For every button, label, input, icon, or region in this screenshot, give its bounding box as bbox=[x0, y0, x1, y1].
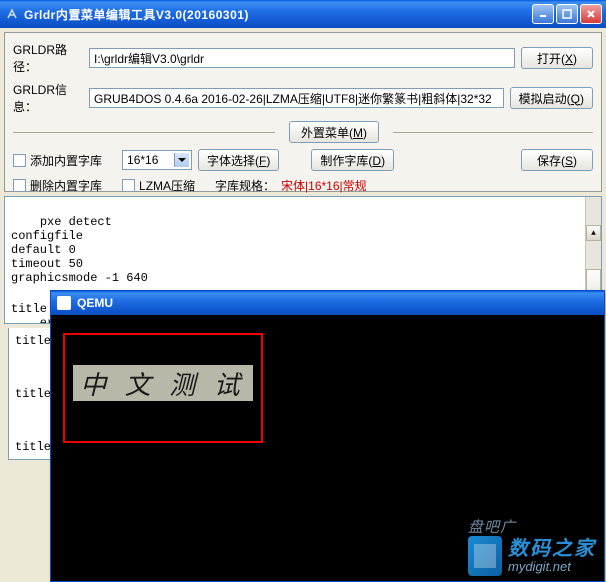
simulate-boot-button[interactable]: 模拟启动(Q) bbox=[510, 87, 593, 109]
font-size-combo[interactable]: 16*16 bbox=[122, 150, 192, 170]
external-menu-button[interactable]: 外置菜单(M) bbox=[289, 121, 379, 143]
font-row-1: 添加内置字库 16*16 字体选择(F) 制作字库(D) 保存(S) bbox=[13, 149, 593, 171]
qemu-titlebar[interactable]: QEMU bbox=[51, 291, 604, 315]
minimize-button[interactable] bbox=[532, 4, 554, 24]
close-button[interactable] bbox=[580, 4, 602, 24]
app-icon bbox=[4, 6, 20, 22]
font-select-button[interactable]: 字体选择(F) bbox=[198, 149, 279, 171]
maximize-button[interactable] bbox=[556, 4, 578, 24]
rendered-text-sample: 中 文 测 试 bbox=[73, 365, 253, 401]
extmenu-row: 外置菜单(M) bbox=[13, 121, 593, 143]
watermark-logo-icon bbox=[468, 536, 502, 576]
window-title: Grldr内置菜单编辑工具V3.0(20160301) bbox=[24, 6, 532, 23]
watermark-cn: 数码之家 bbox=[508, 538, 596, 560]
info-row: GRLDR信息： 模拟启动(Q) bbox=[13, 81, 593, 115]
main-panel: GRLDR路径： 打开(X) GRLDR信息： 模拟启动(Q) 外置菜单(M) … bbox=[4, 32, 602, 192]
qemu-title: QEMU bbox=[77, 296, 113, 310]
path-input[interactable] bbox=[89, 48, 515, 68]
scroll-up-icon[interactable]: ▲ bbox=[586, 225, 601, 241]
info-field bbox=[89, 88, 504, 108]
window-titlebar: Grldr内置菜单编辑工具V3.0(20160301) bbox=[0, 0, 606, 28]
font-spec-label: 字库规格： bbox=[215, 177, 275, 194]
make-font-button[interactable]: 制作字库(D) bbox=[311, 149, 394, 171]
save-button[interactable]: 保存(S) bbox=[521, 149, 593, 171]
lzma-checkbox[interactable]: LZMA压缩 bbox=[122, 177, 195, 194]
qemu-icon bbox=[57, 296, 71, 310]
watermark-text: 数码之家 mydigit.net bbox=[508, 538, 596, 574]
watermark-en: mydigit.net bbox=[508, 560, 596, 574]
window-buttons bbox=[532, 4, 602, 24]
info-label: GRLDR信息： bbox=[13, 81, 83, 115]
watermark: 盘吧广网 数码之家 mydigit.net bbox=[468, 536, 596, 576]
add-font-checkbox[interactable]: 添加内置字库 bbox=[13, 152, 102, 169]
font-spec-value: 宋体|16*16|常规 bbox=[281, 177, 367, 194]
path-label: GRLDR路径： bbox=[13, 41, 83, 75]
font-row-2: 删除内置字库 LZMA压缩 字库规格： 宋体|16*16|常规 bbox=[13, 177, 593, 194]
open-button[interactable]: 打开(X) bbox=[521, 47, 593, 69]
delete-font-checkbox[interactable]: 删除内置字库 bbox=[13, 177, 102, 194]
path-row: GRLDR路径： 打开(X) bbox=[13, 41, 593, 75]
